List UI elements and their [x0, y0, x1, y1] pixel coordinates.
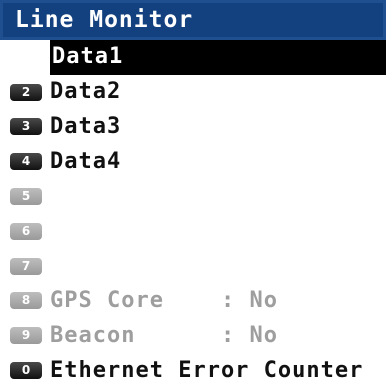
- menu-item-data2[interactable]: 2 Data2: [0, 75, 386, 110]
- menu-item-label: Data1: [52, 44, 124, 70]
- menu-item-ethernet-error-counter[interactable]: 0 Ethernet Error Counter: [0, 353, 386, 388]
- key-5-icon: 5: [10, 188, 42, 206]
- menu-item-data4[interactable]: 4 Data4: [0, 144, 386, 179]
- menu-item-6: 6: [0, 214, 386, 249]
- menu-item-label: Ethernet Error Counter: [50, 357, 364, 383]
- menu-list: 1 Data1 2 Data2 3 Data3 4 Data4 5 6 7: [0, 40, 386, 388]
- menu-item-label: Data4: [50, 148, 122, 174]
- beacon-value: No: [249, 322, 278, 348]
- menu-item-label: Data2: [50, 79, 122, 105]
- key-7-icon: 7: [10, 257, 42, 275]
- menu-item-label: Data3: [50, 113, 122, 139]
- menu-item-gps-core: 8 GPS Core : No: [0, 284, 386, 319]
- gps-core-label: GPS Core: [50, 287, 164, 313]
- key-0-icon: 0: [10, 362, 42, 380]
- menu-item-7: 7: [0, 249, 386, 284]
- key-2-icon: 2: [10, 83, 42, 101]
- page-title: Line Monitor: [0, 0, 386, 40]
- key-8-icon: 8: [10, 292, 42, 310]
- menu-item-label: Beacon : No: [50, 321, 278, 351]
- menu-item-beacon: 9 Beacon : No: [0, 318, 386, 353]
- menu-item-data3[interactable]: 3 Data3: [0, 110, 386, 145]
- key-4-icon: 4: [10, 153, 42, 171]
- beacon-label: Beacon: [50, 322, 136, 348]
- key-9-icon: 9: [10, 327, 42, 345]
- gps-core-value: No: [249, 287, 278, 313]
- key-6-icon: 6: [10, 222, 42, 240]
- key-3-icon: 3: [10, 118, 42, 136]
- menu-item-label: GPS Core : No: [50, 286, 278, 316]
- menu-item-data1[interactable]: 1 Data1: [50, 40, 386, 75]
- menu-item-5: 5: [0, 179, 386, 214]
- line-monitor-screen: Line Monitor 1 Data1 2 Data2 3 Data3 4 D…: [0, 0, 386, 392]
